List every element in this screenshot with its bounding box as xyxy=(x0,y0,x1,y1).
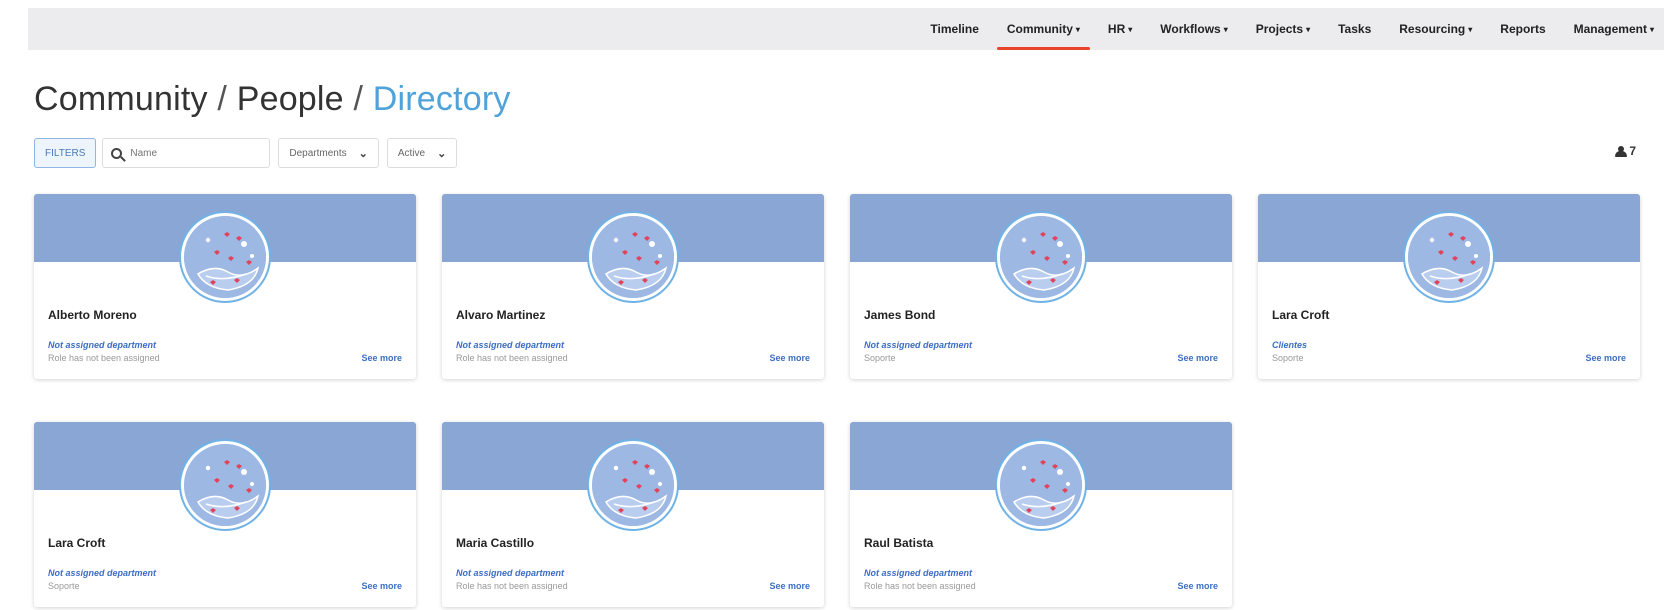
users-count-badge: 7 xyxy=(1614,144,1636,158)
breadcrumb-separator: / xyxy=(217,80,228,118)
see-more-link[interactable]: See more xyxy=(769,353,810,363)
person-department: Not assigned department xyxy=(48,568,157,578)
see-more-link[interactable]: See more xyxy=(1177,353,1218,363)
person-role: Soporte xyxy=(1272,353,1304,363)
caret-down-icon: ▾ xyxy=(1468,25,1473,34)
nav-item-tasks[interactable]: Tasks xyxy=(1338,8,1371,50)
status-select[interactable]: Active ⌄ xyxy=(386,138,458,168)
person-card[interactable]: Raul Batista Not assigned department Role … xyxy=(850,422,1232,607)
name-search-box[interactable] xyxy=(102,138,271,168)
person-name: Lara Croft xyxy=(48,536,106,550)
person-name: James Bond xyxy=(864,308,936,322)
departments-select[interactable]: Departments ⌄ xyxy=(278,138,379,168)
filters-button[interactable]: FILTERS xyxy=(34,138,97,168)
nav-item-label: Management xyxy=(1573,22,1647,36)
person-name: Alvaro Martinez xyxy=(456,308,546,322)
search-icon xyxy=(111,147,123,159)
person-card[interactable]: James Bond Not assigned department Soporte… xyxy=(850,194,1232,379)
nav-item-projects[interactable]: Projects ▾ xyxy=(1256,8,1310,50)
departments-select-label: Departments xyxy=(289,147,347,159)
avatar xyxy=(997,441,1085,529)
see-more-link[interactable]: See more xyxy=(1177,581,1218,591)
users-count-value: 7 xyxy=(1629,144,1636,158)
people-icon xyxy=(1614,146,1628,157)
chevron-down-icon: ⌄ xyxy=(437,147,447,160)
person-role: Role has not been assigned xyxy=(864,581,976,591)
nav-item-reports[interactable]: Reports xyxy=(1500,8,1545,50)
avatar xyxy=(1405,213,1493,301)
nav-item-label: Resourcing xyxy=(1399,22,1466,36)
person-department: Not assigned department xyxy=(864,340,973,350)
person-role: Role has not been assigned xyxy=(456,353,568,363)
avatar xyxy=(181,441,269,529)
person-department: Not assigned department xyxy=(864,568,973,578)
caret-down-icon: ▾ xyxy=(1223,25,1228,34)
person-card[interactable]: Lara Croft Not assigned department Soporte… xyxy=(34,422,416,607)
person-card[interactable]: Lara Croft Clientes Soporte See more xyxy=(1258,194,1640,379)
nav-item-hr[interactable]: HR ▾ xyxy=(1108,8,1132,50)
see-more-link[interactable]: See more xyxy=(361,353,402,363)
person-name: Alberto Moreno xyxy=(48,308,137,322)
nav-item-management[interactable]: Management ▾ xyxy=(1574,8,1654,50)
nav-item-label: Timeline xyxy=(930,22,979,36)
caret-down-icon: ▾ xyxy=(1649,25,1654,34)
person-role: Role has not been assigned xyxy=(48,353,160,363)
nav-item-label: Projects xyxy=(1255,22,1304,36)
breadcrumb-current-directory: Directory xyxy=(372,80,511,118)
name-search-input[interactable] xyxy=(130,147,251,159)
nav-item-workflows[interactable]: Workflows ▾ xyxy=(1160,8,1227,50)
status-select-label: Active xyxy=(397,147,426,159)
breadcrumb-people[interactable]: People xyxy=(237,80,344,118)
nav-item-resourcing[interactable]: Resourcing ▾ xyxy=(1399,8,1472,50)
avatar xyxy=(589,213,677,301)
avatar xyxy=(997,213,1085,301)
person-role: Soporte xyxy=(864,353,896,363)
filters-bar: FILTERS Departments ⌄ Active ⌄ xyxy=(34,138,458,168)
see-more-link[interactable]: See more xyxy=(1585,353,1626,363)
person-role: Soporte xyxy=(48,581,80,591)
breadcrumb-community[interactable]: Community xyxy=(34,80,208,118)
breadcrumb-separator: / xyxy=(353,80,364,118)
caret-down-icon: ▾ xyxy=(1306,25,1311,34)
person-card[interactable]: Alberto Moreno Not assigned department Rol… xyxy=(34,194,416,379)
person-role: Role has not been assigned xyxy=(456,581,568,591)
caret-down-icon: ▾ xyxy=(1128,25,1133,34)
page-title: Community / People / Directory xyxy=(34,80,511,119)
top-navigation-bar: Timeline Community ▾ HR ▾ Workflows ▾ Projects ▾… xyxy=(28,8,1664,50)
nav-item-label: HR xyxy=(1107,22,1126,36)
nav-item-label: Workflows xyxy=(1160,22,1221,36)
caret-down-icon: ▾ xyxy=(1075,25,1080,34)
person-name: Raul Batista xyxy=(864,536,934,550)
person-department: Not assigned department xyxy=(456,568,565,578)
person-card[interactable]: Maria Castillo Not assigned department Rol… xyxy=(442,422,824,607)
see-more-link[interactable]: See more xyxy=(769,581,810,591)
person-department: Not assigned department xyxy=(48,340,157,350)
person-department: Not assigned department xyxy=(456,340,565,350)
person-name: Lara Croft xyxy=(1272,308,1330,322)
person-department: Clientes xyxy=(1272,340,1308,350)
nav-item-timeline[interactable]: Timeline xyxy=(930,8,978,50)
nav-item-label: Community xyxy=(1006,22,1073,36)
nav-item-label: Reports xyxy=(1500,22,1546,36)
main-nav: Timeline Community ▾ HR ▾ Workflows ▾ Projects ▾… xyxy=(902,8,1654,50)
chevron-down-icon: ⌄ xyxy=(358,147,368,160)
nav-item-community[interactable]: Community ▾ xyxy=(996,8,1090,50)
avatar xyxy=(181,213,269,301)
person-card[interactable]: Alvaro Martinez Not assigned department Ro… xyxy=(442,194,824,379)
see-more-link[interactable]: See more xyxy=(361,581,402,591)
person-name: Maria Castillo xyxy=(456,536,535,550)
avatar xyxy=(589,441,677,529)
nav-item-label: Tasks xyxy=(1338,22,1372,36)
